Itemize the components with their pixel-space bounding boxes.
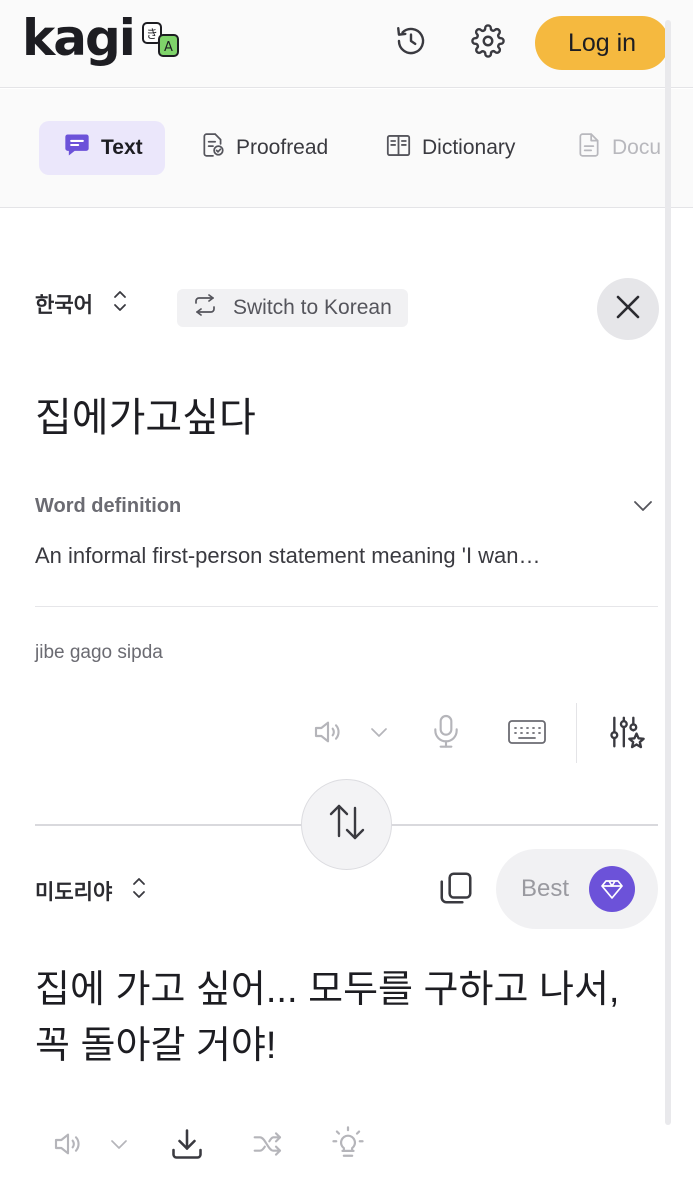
kagi-logo[interactable]: kagi き A <box>22 8 180 68</box>
target-language-label: 미도리야 <box>35 880 113 904</box>
chat-icon <box>63 131 101 165</box>
microphone-button[interactable] <box>426 712 466 756</box>
switch-language-label: Switch to Korean <box>233 296 392 319</box>
swap-vertical-icon <box>324 802 370 847</box>
copy-icon <box>437 869 475 912</box>
chevron-updown-icon <box>111 288 129 319</box>
svg-text:き: き <box>146 27 158 41</box>
gear-icon <box>471 23 505 63</box>
tab-text[interactable]: Text <box>39 121 165 175</box>
word-definition-text: An informal first-person statement meani… <box>35 543 541 568</box>
microphone-icon <box>430 713 462 756</box>
word-definition-heading: Word definition <box>35 495 182 517</box>
listen-source-button[interactable] <box>304 712 352 756</box>
tab-proofread-label: Proofread <box>236 136 329 159</box>
gem-icon <box>589 866 635 912</box>
switch-language-button[interactable]: Switch to Korean <box>177 289 408 327</box>
document-icon <box>576 132 612 164</box>
chevron-down-icon <box>369 725 389 744</box>
alternative-translation-button[interactable] <box>247 1124 289 1168</box>
mode-tabs: Text Proofread Dictionary Docu <box>0 89 693 208</box>
tab-documents[interactable]: Docu <box>576 121 661 175</box>
history-button[interactable] <box>390 22 432 64</box>
clear-text-button[interactable] <box>597 278 659 340</box>
source-language-label: 한국어 <box>35 293 93 317</box>
quality-label: Best <box>521 875 570 902</box>
login-button[interactable]: Log in <box>535 16 669 70</box>
romanization-text: jibe gago sipda <box>35 642 163 663</box>
sliders-star-icon <box>608 713 646 756</box>
toolbar-separator <box>576 703 577 763</box>
voice-options-dropdown[interactable] <box>365 712 393 756</box>
shuffle-icon <box>250 1128 286 1165</box>
history-icon <box>394 24 428 63</box>
chevron-updown-icon <box>130 875 148 906</box>
keyboard-button[interactable] <box>505 712 549 756</box>
tab-documents-label: Docu <box>612 136 662 159</box>
settings-button[interactable] <box>467 22 509 64</box>
listen-translation-button[interactable] <box>46 1124 90 1168</box>
svg-text:A: A <box>164 40 173 55</box>
swap-arrows-icon <box>193 294 233 322</box>
tab-text-label: Text <box>101 136 143 159</box>
close-icon <box>614 293 642 326</box>
voice-options-dropdown[interactable] <box>105 1124 133 1168</box>
speaker-icon <box>51 1128 85 1165</box>
translation-settings-button[interactable] <box>606 712 648 756</box>
target-language-selector[interactable]: 미도리야 <box>35 875 148 906</box>
chevron-down-icon[interactable] <box>632 498 654 519</box>
quality-selector[interactable]: Best <box>496 849 658 929</box>
swap-languages-button[interactable] <box>301 779 392 870</box>
book-icon <box>385 132 422 165</box>
translate-logo-icon: き A <box>141 22 180 58</box>
tab-proofread[interactable]: Proofread <box>200 121 328 175</box>
divider <box>35 606 658 607</box>
translation-output: 집에 가고 싶어... 모두를 구하고 나서, 꼭 돌아갈 거야! <box>35 969 620 1067</box>
chevron-down-icon <box>109 1137 129 1156</box>
download-button[interactable] <box>166 1124 208 1168</box>
logo-wordmark: kagi <box>22 9 136 67</box>
speaker-icon <box>311 716 345 753</box>
tab-dictionary-label: Dictionary <box>422 136 516 159</box>
proofread-icon <box>200 132 236 164</box>
page-scrollbar[interactable] <box>665 20 671 1125</box>
source-text-input[interactable]: 집에가고싶다 <box>35 385 256 443</box>
keyboard-icon <box>507 718 547 751</box>
tab-dictionary[interactable]: Dictionary <box>385 121 515 175</box>
copy-translation-button[interactable] <box>436 870 476 910</box>
app-header: kagi き A Log in <box>0 0 693 88</box>
download-icon <box>169 1126 205 1167</box>
lightbulb-icon <box>331 1125 365 1167</box>
source-language-selector[interactable]: 한국어 <box>35 288 129 319</box>
explain-button[interactable] <box>327 1124 369 1168</box>
